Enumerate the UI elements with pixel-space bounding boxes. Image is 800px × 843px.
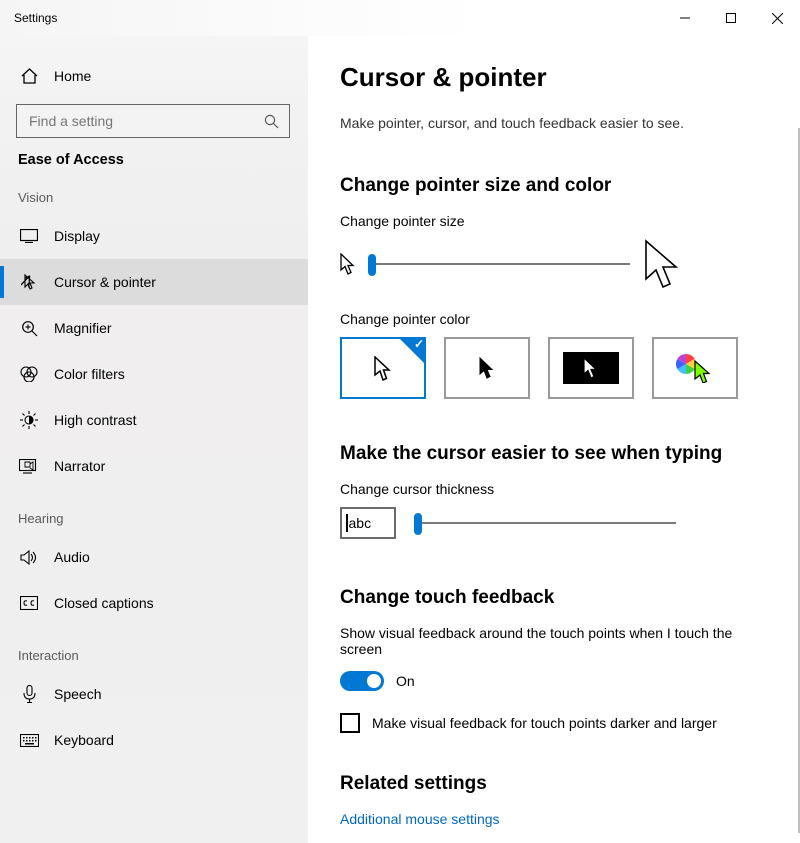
minimize-icon bbox=[680, 13, 690, 23]
close-icon bbox=[772, 13, 783, 24]
sidebar-item-closed-captions[interactable]: Closed captions bbox=[0, 580, 308, 626]
slider-thumb[interactable] bbox=[414, 513, 422, 535]
section-cursor-thickness: Make the cursor easier to see when typin… bbox=[340, 443, 768, 465]
pointer-color-black[interactable] bbox=[444, 337, 530, 399]
slider-track bbox=[414, 522, 676, 524]
color-wheel-icon bbox=[675, 353, 715, 383]
sidebar-item-label: Closed captions bbox=[54, 595, 154, 611]
pointer-size-label: Change pointer size bbox=[340, 213, 768, 229]
sidebar: Home Ease of Access Vision Display Curso… bbox=[0, 36, 308, 843]
home-label: Home bbox=[54, 68, 91, 84]
thickness-preview: abc bbox=[340, 507, 396, 539]
sidebar-item-color-filters[interactable]: Color filters bbox=[0, 351, 308, 397]
slider-thumb[interactable] bbox=[368, 254, 376, 276]
sidebar-item-narrator[interactable]: Narrator bbox=[0, 443, 308, 489]
touch-feedback-toggle[interactable] bbox=[340, 671, 384, 691]
content-area: Cursor & pointer Make pointer, cursor, a… bbox=[308, 36, 800, 843]
cursor-icon bbox=[18, 274, 40, 291]
search-icon bbox=[264, 114, 279, 129]
sidebar-item-speech[interactable]: Speech bbox=[0, 671, 308, 717]
magnifier-icon bbox=[18, 320, 40, 337]
cursor-inverted-icon bbox=[583, 357, 599, 379]
page-title: Cursor & pointer bbox=[340, 62, 768, 93]
section-pointer-size-color: Change pointer size and color bbox=[340, 175, 768, 197]
narrator-icon bbox=[18, 459, 40, 474]
additional-mouse-settings-link[interactable]: Additional mouse settings bbox=[340, 811, 768, 827]
pointer-size-slider[interactable] bbox=[368, 252, 630, 276]
pointer-color-custom[interactable] bbox=[652, 337, 738, 399]
text-caret-icon bbox=[346, 514, 348, 532]
closed-captions-icon bbox=[18, 596, 40, 610]
pointer-small-icon bbox=[340, 253, 356, 275]
group-label-hearing: Hearing bbox=[0, 511, 308, 526]
slider-track bbox=[368, 263, 630, 265]
sidebar-item-cursor-pointer[interactable]: Cursor & pointer bbox=[0, 259, 308, 305]
section-touch-feedback: Change touch feedback bbox=[340, 587, 768, 609]
titlebar: Settings bbox=[0, 0, 800, 36]
home-row[interactable]: Home bbox=[0, 56, 308, 96]
sidebar-item-label: Magnifier bbox=[54, 320, 112, 336]
sidebar-item-label: Cursor & pointer bbox=[54, 274, 156, 290]
group-label-interaction: Interaction bbox=[0, 648, 308, 663]
audio-icon bbox=[18, 550, 40, 565]
group-label-vision: Vision bbox=[0, 190, 308, 205]
sidebar-item-keyboard[interactable]: Keyboard bbox=[0, 717, 308, 763]
cursor-black-icon bbox=[479, 357, 495, 379]
display-icon bbox=[18, 229, 40, 243]
pointer-color-inverted[interactable] bbox=[548, 337, 634, 399]
inverted-bg bbox=[563, 352, 619, 384]
sidebar-item-label: Display bbox=[54, 228, 100, 244]
sidebar-item-audio[interactable]: Audio bbox=[0, 534, 308, 580]
search-box[interactable] bbox=[16, 104, 290, 138]
pointer-color-label: Change pointer color bbox=[340, 311, 768, 327]
maximize-button[interactable] bbox=[708, 0, 754, 36]
sidebar-section-title: Ease of Access bbox=[0, 152, 308, 168]
sidebar-item-display[interactable]: Display bbox=[0, 213, 308, 259]
sidebar-item-label: Audio bbox=[54, 549, 90, 565]
sidebar-item-label: Color filters bbox=[54, 366, 125, 382]
toggle-state-label: On bbox=[396, 673, 415, 689]
darker-larger-label: Make visual feedback for touch points da… bbox=[372, 715, 717, 731]
window-title: Settings bbox=[14, 11, 57, 25]
cursor-thickness-slider[interactable] bbox=[414, 511, 676, 535]
color-filters-icon bbox=[18, 366, 40, 382]
pointer-large-icon bbox=[644, 239, 682, 289]
home-icon bbox=[18, 68, 40, 84]
touch-feedback-description: Show visual feedback around the touch po… bbox=[340, 625, 750, 657]
thickness-sample-text: abc bbox=[349, 515, 372, 531]
close-button[interactable] bbox=[754, 0, 800, 36]
selected-check-icon bbox=[398, 337, 426, 365]
speech-icon bbox=[18, 685, 40, 703]
sidebar-item-label: Speech bbox=[54, 686, 101, 702]
keyboard-icon bbox=[18, 734, 40, 747]
pointer-color-white[interactable] bbox=[340, 337, 426, 399]
search-input[interactable] bbox=[27, 112, 264, 130]
sidebar-item-label: Keyboard bbox=[54, 732, 114, 748]
sidebar-item-label: High contrast bbox=[54, 412, 136, 428]
maximize-icon bbox=[726, 13, 736, 23]
sidebar-item-label: Narrator bbox=[54, 458, 105, 474]
cursor-thickness-label: Change cursor thickness bbox=[340, 481, 768, 497]
cursor-white-icon bbox=[374, 356, 392, 381]
sidebar-item-high-contrast[interactable]: High contrast bbox=[0, 397, 308, 443]
section-related: Related settings bbox=[340, 773, 768, 795]
page-subtitle: Make pointer, cursor, and touch feedback… bbox=[340, 115, 768, 131]
sidebar-item-magnifier[interactable]: Magnifier bbox=[0, 305, 308, 351]
darker-larger-checkbox[interactable] bbox=[340, 713, 360, 733]
high-contrast-icon bbox=[18, 411, 40, 429]
minimize-button[interactable] bbox=[662, 0, 708, 36]
